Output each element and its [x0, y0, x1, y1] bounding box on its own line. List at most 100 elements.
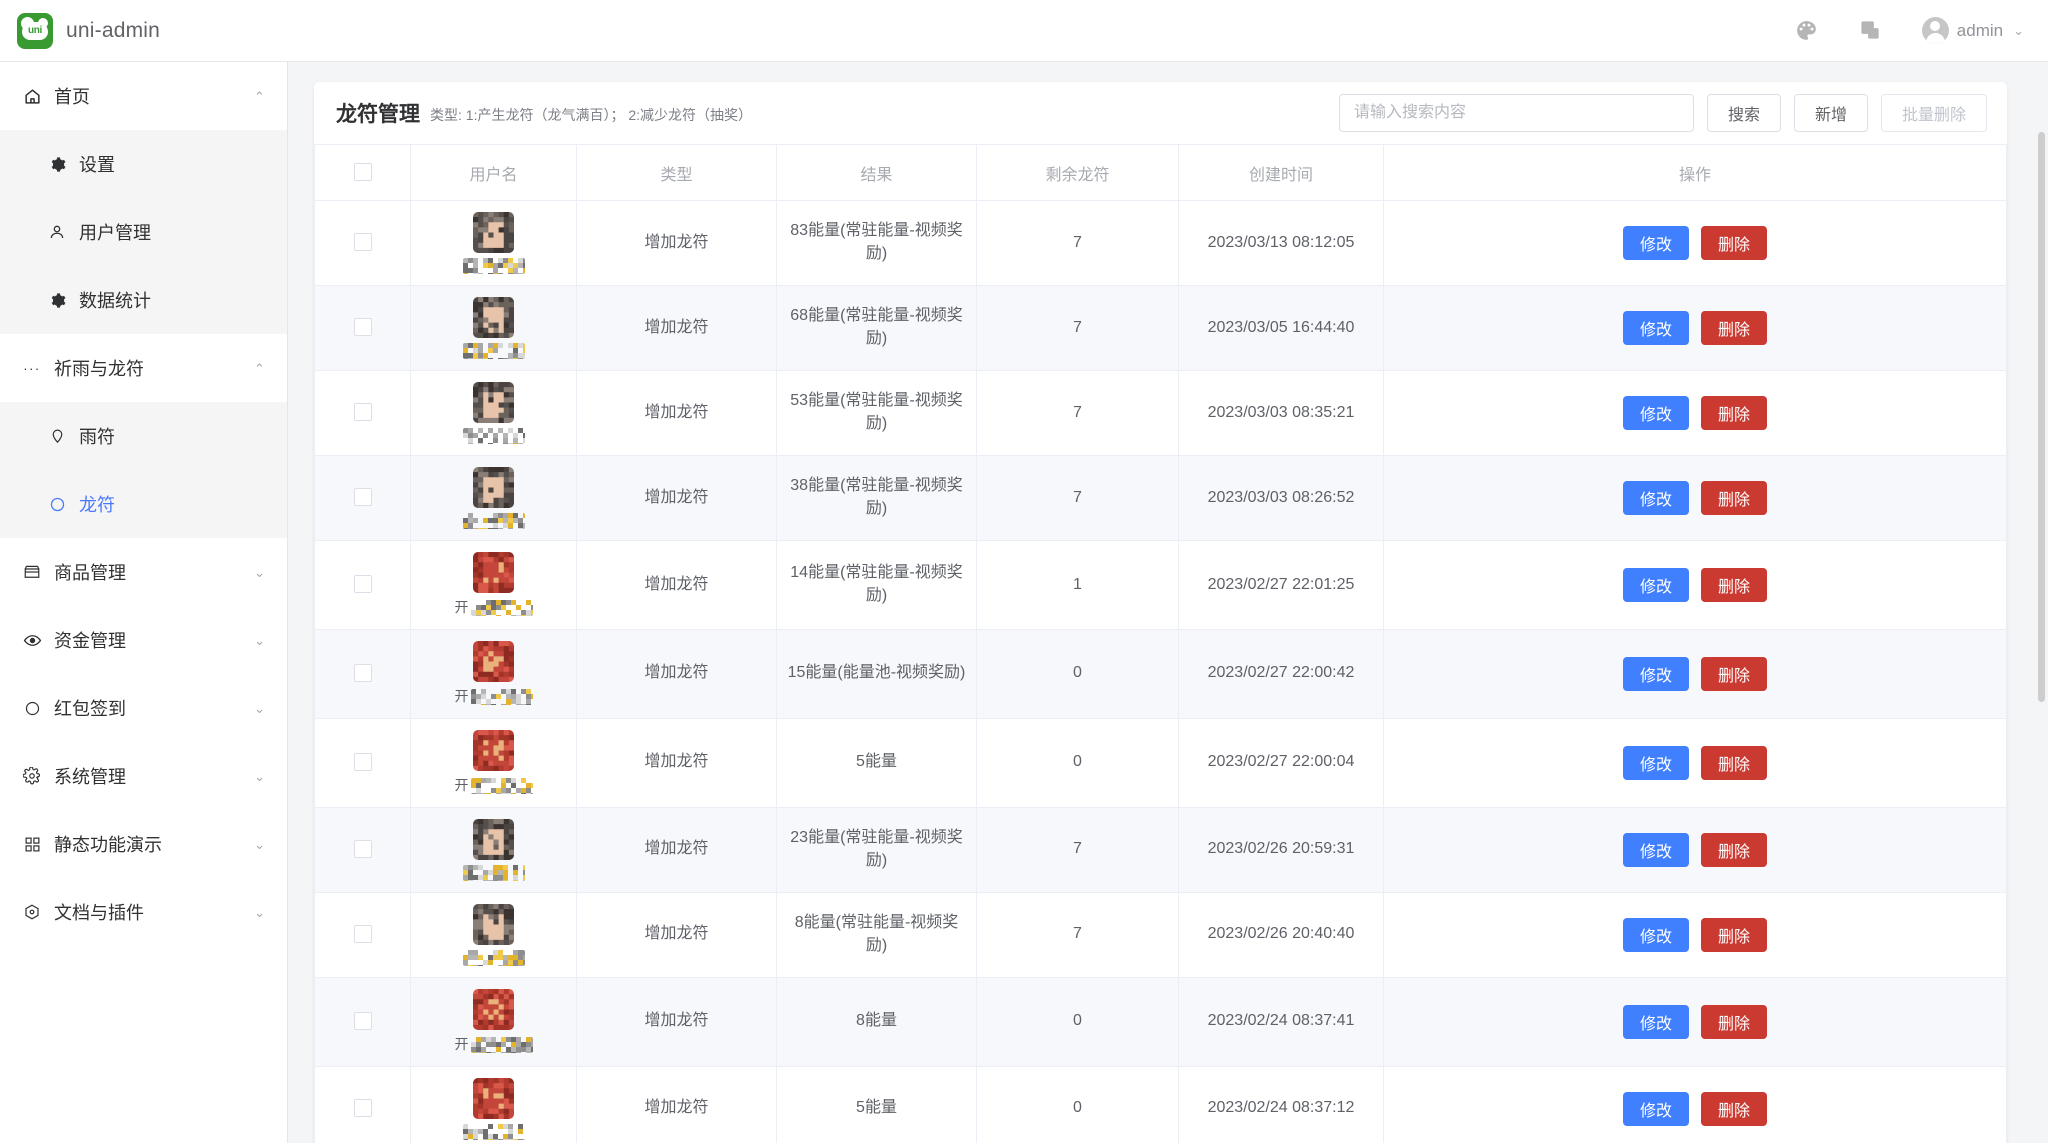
- sidebar-item-settings[interactable]: 设置: [0, 130, 287, 198]
- dots-icon: ···: [23, 360, 41, 376]
- table-row[interactable]: 增加龙符 23能量(常驻能量-视频奖励) 7 2023/02/26 20:59:31 修…: [314, 807, 2007, 893]
- cell-result: 5能量: [776, 1066, 977, 1143]
- select-all-header: [314, 144, 411, 201]
- delete-button[interactable]: 删除: [1701, 917, 1768, 952]
- cell-remaining: 7: [976, 200, 1179, 286]
- sidebar-item-label: 资金管理: [54, 631, 126, 651]
- cell-result: 8能量(常驻能量-视频奖励): [776, 892, 977, 978]
- sidebar-item-dragon-charm[interactable]: 龙符: [0, 470, 287, 538]
- table-row[interactable]: 开 增加龙符 14能量(常驻能量-视频奖励) 1 2023/02/27 22:01:25…: [314, 540, 2007, 630]
- edit-button[interactable]: 修改: [1622, 311, 1689, 345]
- delete-button[interactable]: 删除: [1701, 1004, 1768, 1039]
- table-row[interactable]: 增加龙符 38能量(常驻能量-视频奖励) 7 2023/03/03 08:26:52 修…: [314, 455, 2007, 541]
- table-row[interactable]: 增加龙符 83能量(常驻能量-视频奖励) 7 2023/03/13 08:12:05 修…: [314, 200, 2007, 286]
- edit-button[interactable]: 修改: [1622, 567, 1689, 602]
- edit-button[interactable]: 修改: [1622, 396, 1689, 430]
- palette-icon[interactable]: [1794, 18, 1819, 43]
- cell-operation: 修改 删除: [1383, 1066, 2007, 1143]
- delete-button[interactable]: 删除: [1701, 481, 1768, 515]
- table-row[interactable]: 增加龙符 5能量 0 2023/02/24 08:37:12 修改 删除: [314, 1066, 2007, 1143]
- sidebar-item-user-management[interactable]: 用户管理: [0, 198, 287, 266]
- sidebar-item-rain-and-dragon[interactable]: ··· 祈雨与龙符 ⌃: [0, 334, 287, 402]
- delete-button[interactable]: 删除: [1701, 1091, 1768, 1126]
- row-checkbox[interactable]: [353, 753, 372, 772]
- username-avatar-wrap: 开: [419, 552, 568, 618]
- row-checkbox[interactable]: [353, 575, 372, 594]
- row-checkbox[interactable]: [353, 664, 372, 683]
- delete-button[interactable]: 删除: [1701, 745, 1768, 780]
- delete-button[interactable]: 删除: [1701, 567, 1768, 602]
- user-menu[interactable]: admin ⌄: [1921, 17, 2024, 44]
- cell-operation: 修改 删除: [1383, 807, 2007, 893]
- brand[interactable]: uni uni-admin: [0, 12, 160, 49]
- edit-button[interactable]: 修改: [1622, 226, 1689, 260]
- delete-button[interactable]: 删除: [1701, 832, 1768, 867]
- search-input[interactable]: [1338, 94, 1694, 132]
- cell-created: 2023/03/05 16:44:40: [1178, 285, 1384, 371]
- username-avatar-wrap: [419, 1077, 568, 1140]
- username-avatar-wrap: [419, 212, 568, 274]
- cell-result: 8能量: [776, 977, 977, 1067]
- cell-type: 增加龙符: [576, 892, 777, 978]
- row-checkbox[interactable]: [353, 1098, 372, 1117]
- row-checkbox[interactable]: [353, 233, 372, 252]
- username-avatar-wrap: [419, 467, 568, 529]
- cell-operation: 修改 删除: [1383, 718, 2007, 808]
- username-avatar-wrap: 开: [419, 988, 568, 1055]
- cell-type: 增加龙符: [576, 977, 777, 1067]
- cell-operation: 修改 删除: [1383, 977, 2007, 1067]
- sidebar-item-home[interactable]: 首页 ⌃: [0, 62, 287, 130]
- sidebar-item-data-statistics[interactable]: 数据统计: [0, 266, 287, 334]
- table-row[interactable]: 开增加龙符 15能量(能量池-视频奖励) 0 2023/02/27 22:00:42 修…: [314, 629, 2007, 719]
- row-checkbox[interactable]: [353, 925, 372, 944]
- select-all-checkbox[interactable]: [353, 163, 372, 182]
- delete-button[interactable]: 删除: [1701, 656, 1768, 691]
- edit-button[interactable]: 修改: [1622, 832, 1689, 867]
- table-row[interactable]: 开增加龙符 8能量 0 2023/02/24 08:37:41 修改 删除: [314, 977, 2007, 1067]
- edit-button[interactable]: 修改: [1622, 745, 1689, 780]
- row-checkbox[interactable]: [353, 840, 372, 859]
- user-icon: [46, 223, 68, 241]
- table-row[interactable]: 增加龙符 68能量(常驻能量-视频奖励) 7 2023/03/05 16:44:40 修…: [314, 285, 2007, 371]
- row-checkbox[interactable]: [353, 1011, 372, 1030]
- sidebar-item-docs-and-plugins[interactable]: 文档与插件 ⌄: [0, 878, 287, 946]
- row-select-cell: [314, 200, 411, 286]
- table-row[interactable]: 增加龙符 8能量(常驻能量-视频奖励) 7 2023/02/26 20:40:40 修改…: [314, 892, 2007, 978]
- edit-button[interactable]: 修改: [1622, 917, 1689, 952]
- sidebar-item-fund-management[interactable]: 资金管理 ⌄: [0, 606, 287, 674]
- edit-button[interactable]: 修改: [1622, 1004, 1689, 1039]
- sidebar-item-rain-charm[interactable]: 雨符: [0, 402, 287, 470]
- delete-button[interactable]: 删除: [1701, 396, 1768, 430]
- table-row[interactable]: 增加龙符 53能量(常驻能量-视频奖励) 7 2023/03/03 08:35:21 修…: [314, 370, 2007, 456]
- sidebar-group-home: 设置 用户管理 数据统计: [0, 130, 287, 334]
- cell-type: 增加龙符: [576, 455, 777, 541]
- delete-button[interactable]: 删除: [1701, 311, 1768, 345]
- table-row[interactable]: 开增加龙符 5能量 0 2023/02/27 22:00:04 修改 删除: [314, 718, 2007, 808]
- batch-delete-button[interactable]: 批量删除: [1880, 94, 1987, 132]
- sidebar-item-red-packet-checkin[interactable]: 红包签到 ⌄: [0, 674, 287, 742]
- cell-operation: 修改 删除: [1383, 455, 2007, 541]
- cell-created: 2023/02/24 08:37:12: [1178, 1066, 1384, 1143]
- translate-icon[interactable]: A 文: [1859, 19, 1882, 42]
- username-text: [462, 513, 525, 529]
- search-button[interactable]: 搜索: [1706, 94, 1781, 132]
- edit-button[interactable]: 修改: [1622, 481, 1689, 515]
- delete-button[interactable]: 删除: [1701, 226, 1768, 260]
- sidebar-item-product-management[interactable]: 商品管理 ⌄: [0, 538, 287, 606]
- cell-username: 开: [410, 977, 577, 1067]
- cell-operation: 修改 删除: [1383, 285, 2007, 371]
- row-checkbox[interactable]: [353, 403, 372, 422]
- row-actions: 修改 删除: [1392, 481, 1998, 515]
- edit-button[interactable]: 修改: [1622, 656, 1689, 691]
- sidebar-item-static-demo[interactable]: 静态功能演示 ⌄: [0, 810, 287, 878]
- row-checkbox[interactable]: [353, 488, 372, 507]
- edit-button[interactable]: 修改: [1622, 1091, 1689, 1126]
- sidebar-item-system-management[interactable]: 系统管理 ⌄: [0, 742, 287, 810]
- row-checkbox[interactable]: [353, 318, 372, 337]
- cell-operation: 修改 删除: [1383, 629, 2007, 719]
- main-content: 龙符管理 类型: 1:产生龙符（龙气满百）； 2:减少龙符（抽奖） 搜索 新增 …: [288, 62, 2048, 1143]
- main-scrollbar[interactable]: [2038, 132, 2045, 702]
- row-actions: 修改 删除: [1392, 1091, 1998, 1126]
- add-button[interactable]: 新增: [1793, 94, 1868, 132]
- username-avatar-wrap: [419, 903, 568, 966]
